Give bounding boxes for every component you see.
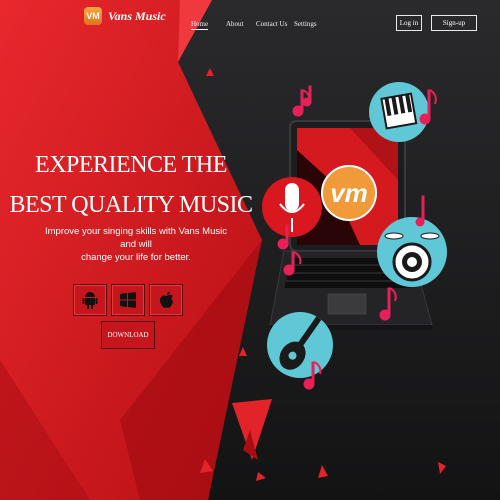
drum-bubble-icon <box>377 217 447 287</box>
nav-item-about[interactable]: About <box>226 20 244 28</box>
apple-icon <box>159 291 173 308</box>
page: vm VM Vans Music Home About Contact Us S… <box>0 0 500 500</box>
hero-subtitle-line-1: Improve your singing skills with Vans Mu… <box>45 226 227 250</box>
hero-title-line-2: BEST QUALITY MUSIC <box>9 192 253 218</box>
hero-title-line-1: EXPERIENCE THE <box>35 152 227 178</box>
nav-item-home[interactable]: Home <box>191 20 209 30</box>
windows-icon <box>120 292 136 308</box>
windows-store-button[interactable] <box>111 284 145 316</box>
login-button[interactable]: Log in <box>396 15 422 31</box>
nav-item-contact-us[interactable]: Contact Us <box>256 20 287 28</box>
apple-store-button[interactable] <box>149 284 183 316</box>
touchpad <box>327 293 367 315</box>
download-button[interactable]: DOWNLOAD <box>101 321 155 349</box>
android-store-button[interactable] <box>73 284 107 316</box>
main-nav: Home About Contact Us Settings <box>0 20 500 34</box>
music-note-icon <box>302 85 312 107</box>
nav-item-settings[interactable]: Settings <box>294 20 317 28</box>
signup-button[interactable]: Sign-up <box>431 15 477 31</box>
hero-subtitle: Improve your singing skills with Vans Mu… <box>36 225 236 264</box>
screen-logo-text: vm <box>330 178 368 208</box>
hero-subtitle-line-2: change your life for better. <box>81 252 191 263</box>
music-note-icon <box>415 195 425 227</box>
microphone-bubble-icon <box>262 177 322 237</box>
android-icon <box>82 292 98 309</box>
piano-bubble-icon <box>369 82 429 142</box>
